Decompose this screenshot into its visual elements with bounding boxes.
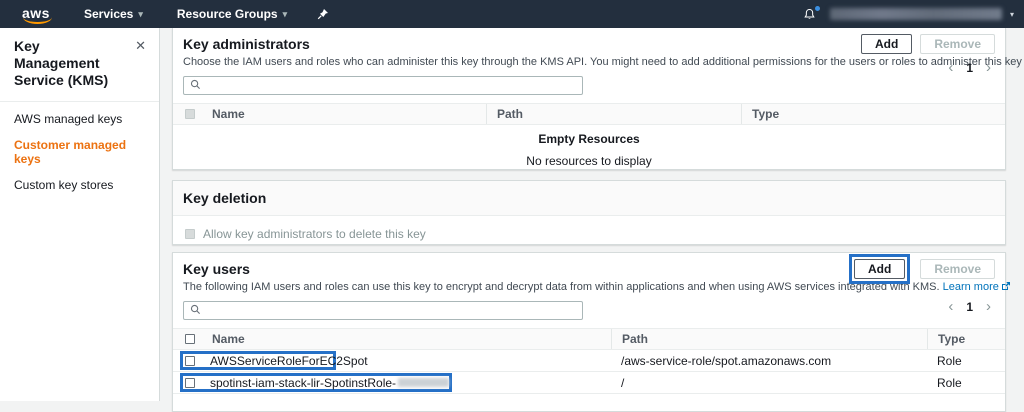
search-box: [183, 76, 583, 95]
notifications-bell-icon[interactable]: [803, 8, 816, 21]
row-checkbox[interactable]: [185, 356, 195, 366]
column-header-path: Path: [486, 104, 523, 124]
chevron-down-icon: ▾: [1010, 10, 1014, 19]
learn-more-link[interactable]: Learn more: [943, 281, 999, 293]
main-content: Key administrators Choose the IAM users …: [160, 28, 1024, 401]
description-text: Choose the IAM users and roles who can a…: [183, 56, 1024, 68]
table-row[interactable]: spotinst-iam-stack-lir-SpotinstRole- / R…: [173, 372, 1005, 394]
role-type: Role: [937, 376, 962, 390]
row-checkbox[interactable]: [185, 378, 195, 388]
nav-resource-groups[interactable]: Resource Groups ▾: [177, 7, 287, 21]
search-icon: [190, 77, 201, 95]
close-icon[interactable]: ✕: [135, 38, 146, 54]
empty-state: Empty Resources No resources to display: [173, 125, 1005, 168]
search-input[interactable]: [206, 80, 576, 92]
role-path: /aws-service-role/spot.amazonaws.com: [621, 354, 831, 368]
notification-badge: [815, 6, 820, 11]
column-header-path: Path: [611, 329, 648, 349]
search-icon: [190, 302, 201, 320]
empty-state-subtitle: No resources to display: [173, 154, 1005, 168]
chevron-down-icon: ▾: [283, 9, 288, 20]
pagination: ‹ 1 ›: [948, 60, 991, 75]
nav-services-label: Services: [84, 7, 133, 21]
role-type: Role: [937, 354, 962, 368]
top-nav: aws Services ▾ Resource Groups ▾ ▾: [0, 0, 1024, 28]
table-row[interactable]: AWSServiceRoleForEC2Spot /aws-service-ro…: [173, 350, 1005, 372]
prev-page-icon[interactable]: ‹: [948, 60, 953, 75]
prev-page-icon[interactable]: ‹: [948, 299, 953, 314]
next-page-icon[interactable]: ›: [986, 60, 991, 75]
sidebar-item-aws-managed-keys[interactable]: AWS managed keys: [14, 112, 145, 126]
key-deletion-section: Key deletion Allow key administrators to…: [172, 180, 1006, 245]
sidebar: Key Management Service (KMS) ✕ AWS manag…: [0, 28, 160, 401]
pushpin-icon[interactable]: [317, 8, 329, 20]
sidebar-item-custom-key-stores[interactable]: Custom key stores: [14, 178, 145, 192]
table-header: Name Path Type: [173, 328, 1005, 350]
nav-resource-groups-label: Resource Groups: [177, 7, 278, 21]
sidebar-title: Key Management Service (KMS): [14, 38, 126, 89]
key-administrators-section: Key administrators Choose the IAM users …: [172, 28, 1006, 170]
account-menu-redacted[interactable]: [830, 8, 1002, 20]
search-box: [183, 301, 583, 320]
key-deletion-title: Key deletion: [183, 190, 995, 206]
pagination: ‹ 1 ›: [948, 299, 991, 314]
aws-logo[interactable]: aws: [22, 5, 50, 24]
sidebar-item-customer-managed-keys[interactable]: Customer managed keys: [14, 138, 145, 166]
description-text: The following IAM users and roles can us…: [183, 281, 940, 293]
remove-button[interactable]: Remove: [920, 259, 995, 279]
annotation-highlight-row: AWSServiceRoleForEC2Spot: [180, 351, 336, 370]
chevron-down-icon: ▾: [138, 9, 143, 20]
role-name: spotinst-iam-stack-lir-SpotinstRole-: [210, 376, 396, 390]
search-input[interactable]: [206, 305, 576, 317]
next-page-icon[interactable]: ›: [986, 299, 991, 314]
role-path: /: [621, 376, 624, 390]
role-name: AWSServiceRoleForEC2Spot: [210, 354, 368, 368]
column-header-name: Name: [212, 332, 245, 346]
allow-deletion-label: Allow key administrators to delete this …: [203, 227, 426, 241]
column-header-type: Type: [741, 104, 779, 124]
page-number: 1: [966, 300, 973, 314]
annotation-highlight-add: Add: [849, 254, 910, 284]
allow-deletion-checkbox: [185, 229, 195, 239]
remove-button[interactable]: Remove: [920, 34, 995, 54]
redacted-role-suffix: [398, 378, 449, 387]
add-button[interactable]: Add: [854, 259, 905, 279]
annotation-highlight-row: spotinst-iam-stack-lir-SpotinstRole-: [180, 373, 452, 392]
empty-state-title: Empty Resources: [173, 132, 1005, 146]
key-administrators-description: Choose the IAM users and roles who can a…: [183, 56, 995, 69]
table-header: Name Path Type: [173, 103, 1005, 125]
select-all-checkbox[interactable]: [185, 334, 195, 344]
nav-services[interactable]: Services ▾: [84, 7, 143, 21]
add-button[interactable]: Add: [861, 34, 912, 54]
page-number: 1: [966, 61, 973, 75]
column-header-type: Type: [927, 329, 965, 349]
column-header-name: Name: [212, 107, 245, 121]
key-users-section: Key users The following IAM users and ro…: [172, 252, 1006, 412]
select-all-checkbox: [185, 109, 195, 119]
external-link-icon: [1001, 281, 1011, 294]
